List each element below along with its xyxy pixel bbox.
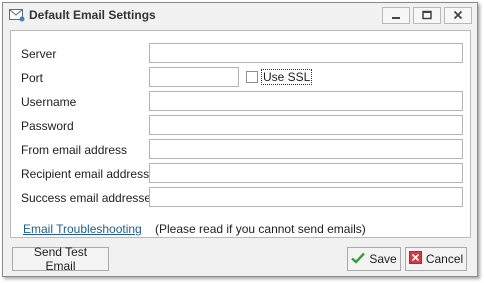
maximize-button[interactable] — [413, 7, 441, 24]
email-settings-dialog: Default Email Settings Server Port Use S… — [2, 2, 478, 277]
save-button[interactable]: Save — [347, 247, 401, 271]
window-title: Default Email Settings — [29, 8, 156, 22]
send-test-email-button[interactable]: Send Test Email — [12, 245, 109, 273]
settings-panel: Server Port Use SSL Username Password Fr… — [10, 30, 471, 238]
send-test-email-label: Send Test Email — [33, 245, 88, 273]
checkmark-icon — [351, 252, 366, 267]
email-troubleshooting-link[interactable]: Email Troubleshooting — [23, 222, 142, 236]
minimize-icon — [391, 9, 401, 23]
from-email-field[interactable] — [149, 139, 463, 159]
username-label: Username — [21, 95, 77, 109]
username-field[interactable] — [149, 91, 463, 111]
minimize-button[interactable] — [382, 7, 410, 24]
close-button[interactable] — [444, 7, 472, 24]
from-email-label: From email address — [21, 143, 128, 157]
save-label: Save — [369, 252, 397, 266]
port-field[interactable] — [149, 67, 239, 87]
success-email-label: Success email addresses — [21, 191, 158, 205]
maximize-icon — [422, 9, 432, 23]
troubleshooting-note: (Please read if you cannot send emails) — [155, 222, 366, 236]
close-icon — [453, 9, 463, 23]
password-field[interactable] — [149, 115, 463, 135]
password-label: Password — [21, 119, 74, 133]
envelope-icon — [9, 8, 25, 22]
recipient-email-label: Recipient email addresses — [21, 167, 162, 181]
port-label: Port — [21, 71, 44, 85]
cancel-button[interactable]: Cancel — [405, 247, 467, 271]
cancel-icon — [408, 251, 422, 267]
success-email-field[interactable] — [149, 187, 463, 207]
cancel-label: Cancel — [425, 252, 464, 266]
use-ssl-label[interactable]: Use SSL — [261, 69, 313, 85]
server-label: Server — [21, 47, 57, 61]
use-ssl-checkbox[interactable] — [246, 71, 258, 83]
recipient-email-field[interactable] — [149, 163, 463, 183]
title-bar[interactable]: Default Email Settings — [3, 3, 477, 28]
server-field[interactable] — [149, 43, 463, 63]
